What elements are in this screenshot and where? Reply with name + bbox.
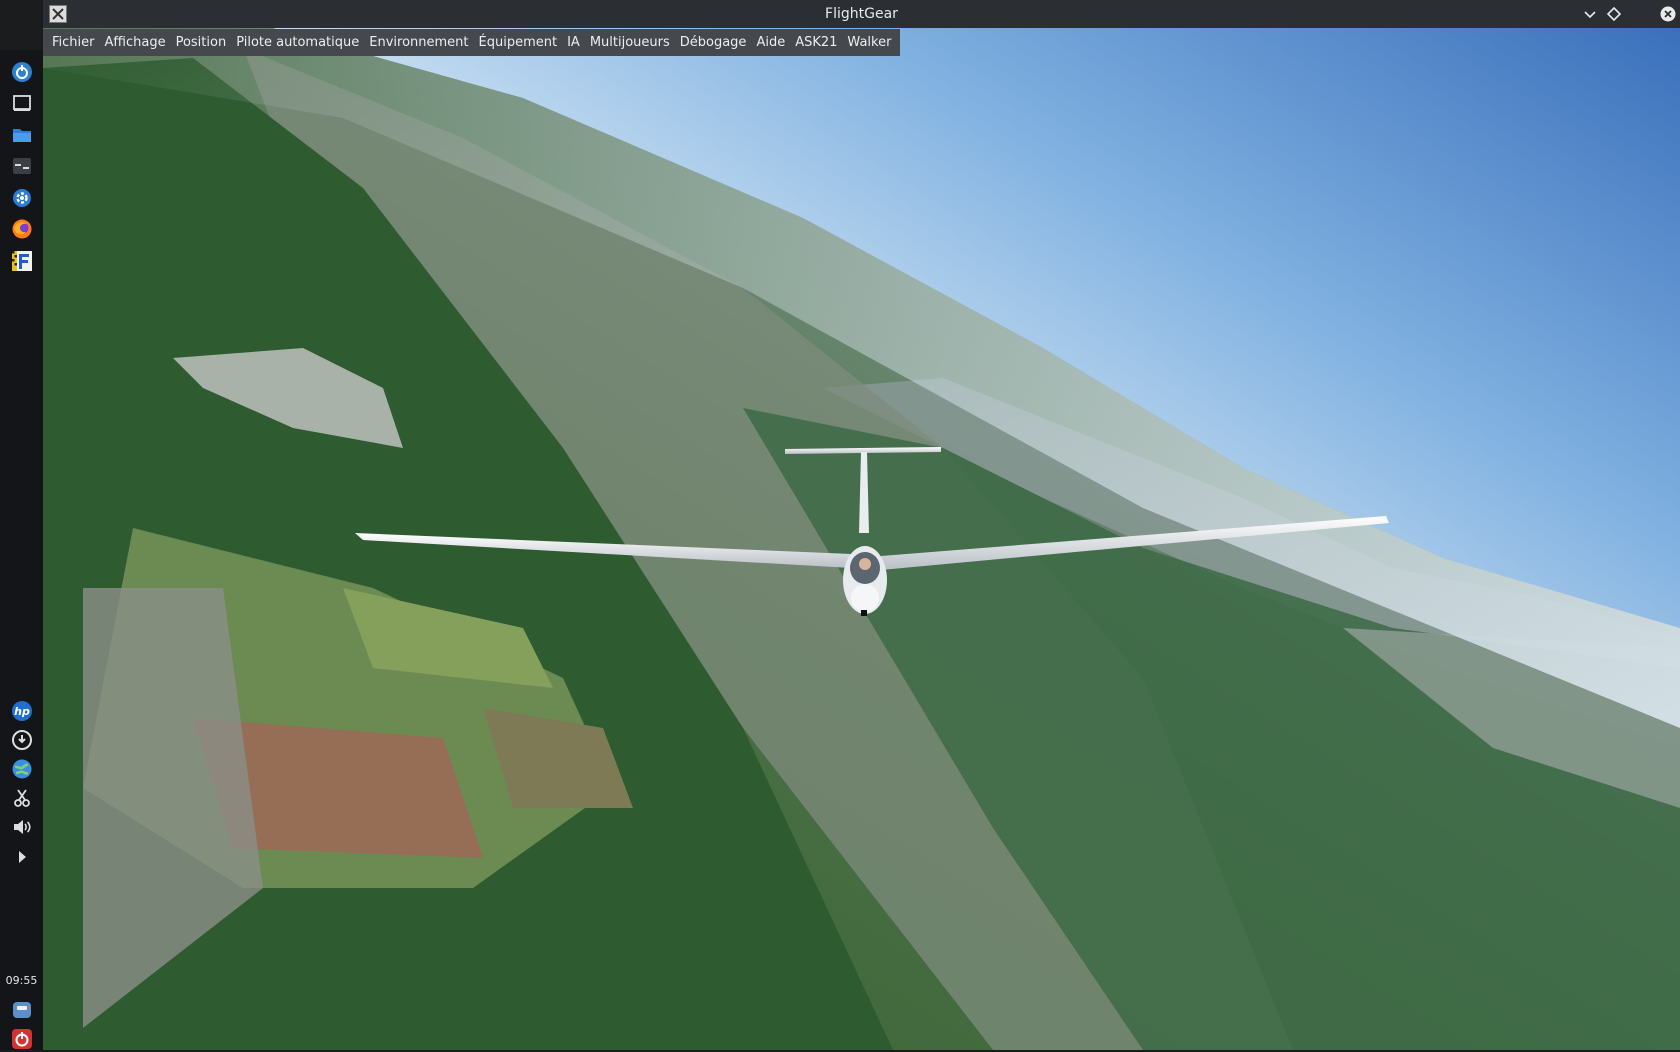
removable-drive-icon[interactable] bbox=[9, 997, 35, 1023]
app-menu-icon[interactable] bbox=[9, 59, 35, 85]
hp-icon[interactable]: hp bbox=[9, 698, 35, 724]
power-icon[interactable] bbox=[9, 1026, 35, 1052]
menu-bar: Fichier Affichage Position Pilote automa… bbox=[43, 29, 901, 56]
window-titlebar[interactable]: FlightGear bbox=[43, 0, 1680, 28]
taskbar-dock: hp 09:55 bbox=[0, 50, 43, 1050]
menu-ask21[interactable]: ASK21 bbox=[790, 29, 842, 56]
menu-equipement[interactable]: Équipement bbox=[474, 29, 563, 56]
svg-text:hp: hp bbox=[14, 705, 30, 718]
menu-walker[interactable]: Walker bbox=[842, 29, 896, 56]
minimize-button[interactable] bbox=[1580, 4, 1600, 24]
flightgear-icon[interactable] bbox=[9, 248, 35, 274]
update-icon[interactable] bbox=[9, 727, 35, 753]
menu-debogage[interactable]: Débogage bbox=[675, 29, 752, 56]
maximize-button[interactable] bbox=[1604, 4, 1624, 24]
diamond-icon bbox=[1606, 6, 1622, 22]
menu-environnement[interactable]: Environnement bbox=[364, 29, 473, 56]
volume-icon[interactable] bbox=[9, 814, 35, 840]
menu-position[interactable]: Position bbox=[171, 29, 232, 56]
menu-ia[interactable]: IA bbox=[562, 29, 585, 56]
file-manager-icon[interactable] bbox=[9, 122, 35, 148]
clock: 09:55 bbox=[5, 974, 38, 987]
menu-aide[interactable]: Aide bbox=[751, 29, 790, 56]
menu-fichier[interactable]: Fichier bbox=[47, 29, 100, 56]
menu-multijoueurs[interactable]: Multijoueurs bbox=[585, 29, 675, 56]
menu-pilote-automatique[interactable]: Pilote automatique bbox=[231, 29, 364, 56]
show-desktop-icon[interactable] bbox=[9, 90, 35, 116]
settings-icon[interactable] bbox=[9, 185, 35, 211]
close-icon bbox=[1660, 6, 1676, 22]
firefox-icon[interactable] bbox=[9, 216, 35, 242]
scenery-render bbox=[43, 28, 1680, 1050]
close-button[interactable] bbox=[1658, 4, 1678, 24]
expand-arrow-icon[interactable] bbox=[9, 844, 35, 870]
screenshot-scissors-icon[interactable] bbox=[9, 785, 35, 811]
terminal-icon[interactable] bbox=[9, 153, 35, 179]
flight-3d-view[interactable] bbox=[43, 28, 1680, 1050]
chevron-down-icon bbox=[1584, 11, 1596, 19]
network-icon[interactable] bbox=[9, 756, 35, 782]
menu-affichage[interactable]: Affichage bbox=[100, 29, 171, 56]
window-title: FlightGear bbox=[825, 6, 898, 22]
